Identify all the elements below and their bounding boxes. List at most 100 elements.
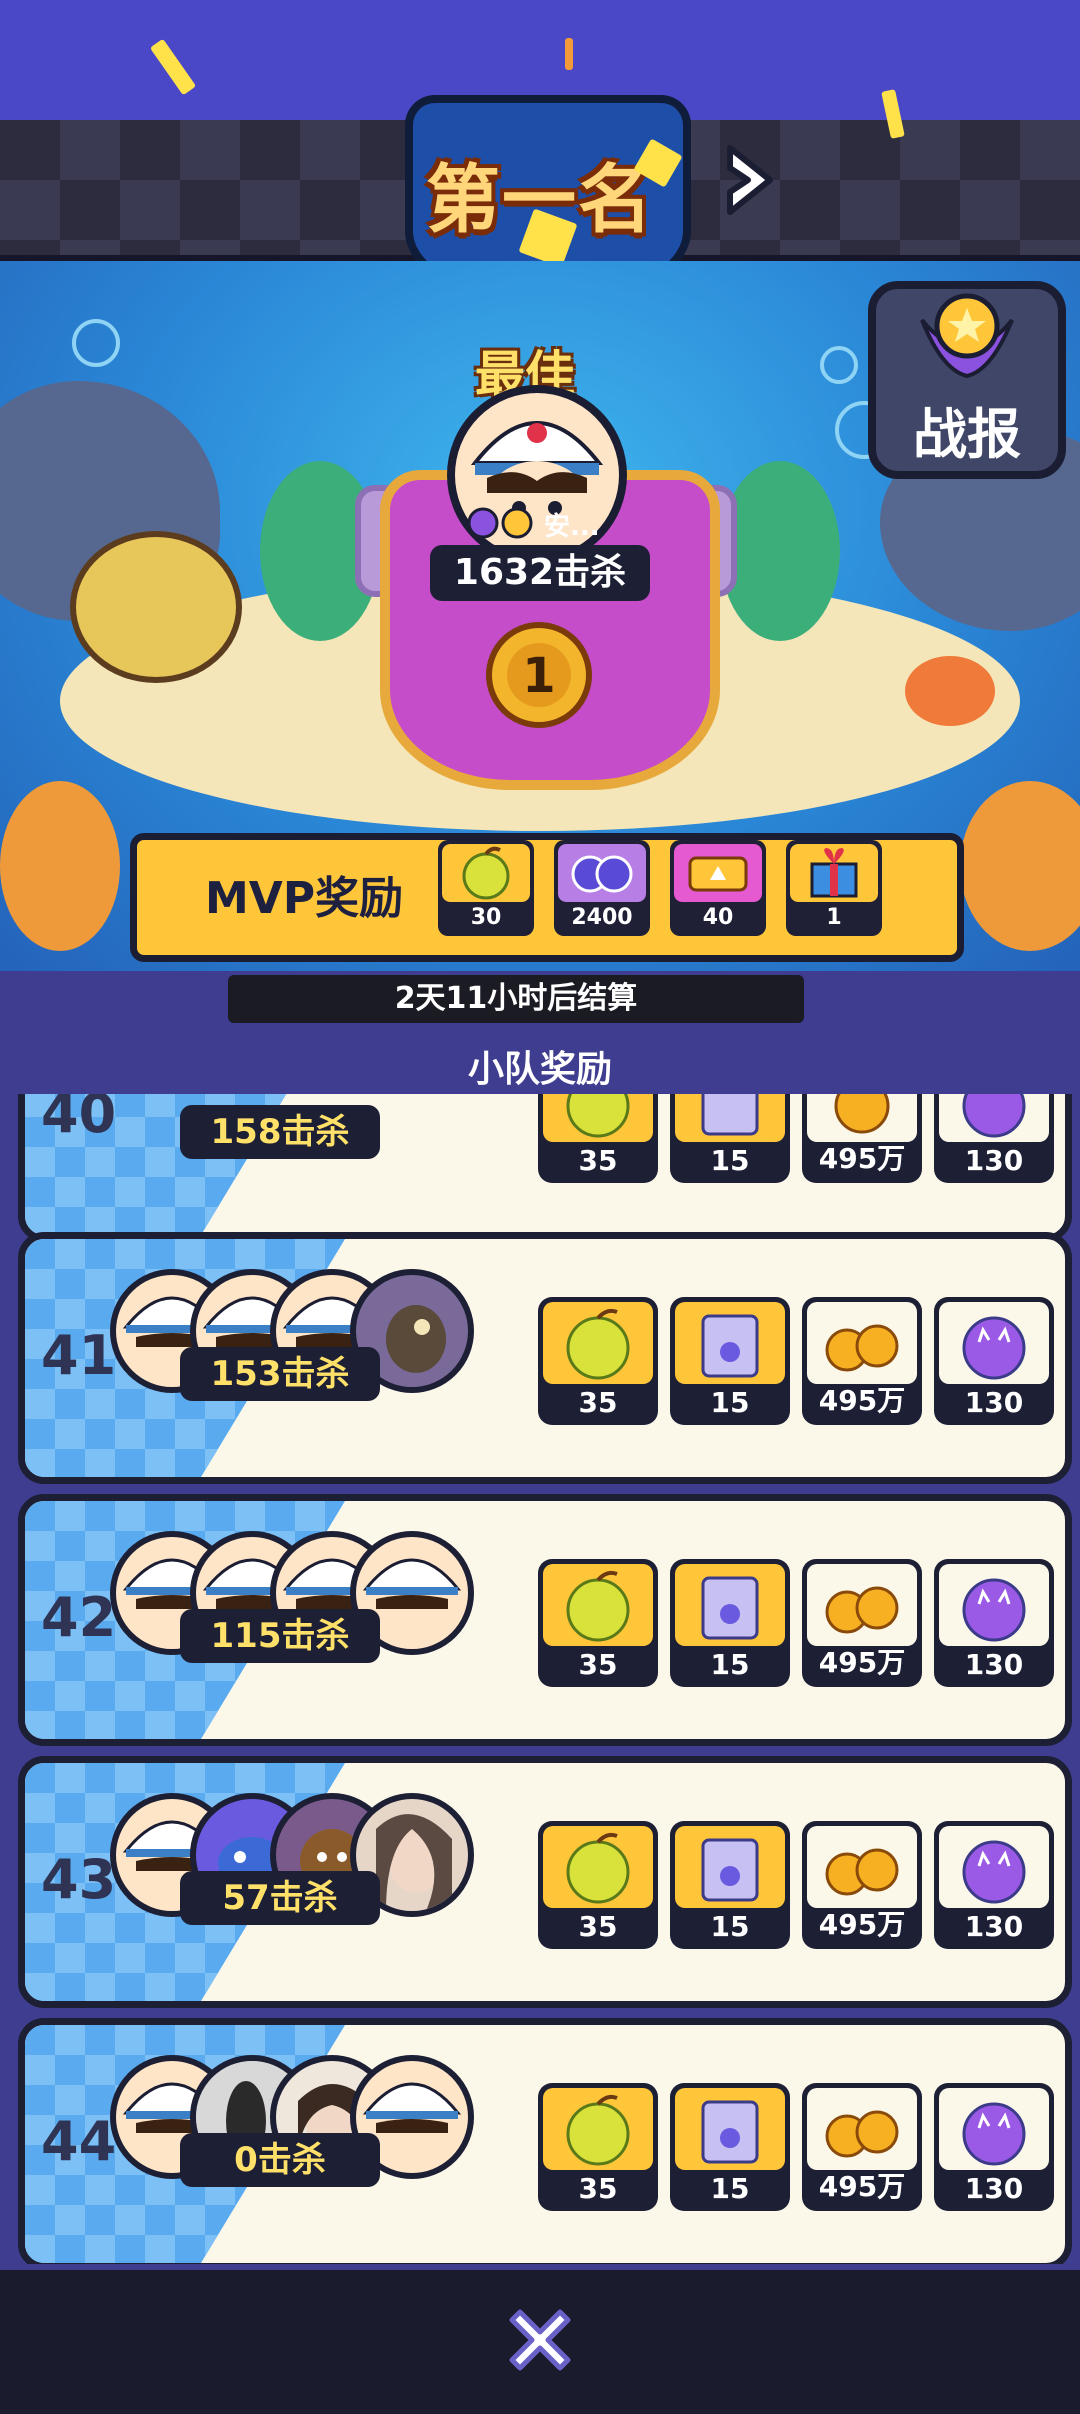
rank-number: 1: [522, 648, 555, 704]
gold-candy-icon: [807, 1094, 917, 1142]
mystery-box-icon: [675, 1302, 785, 1384]
next-arrow-icon[interactable]: [720, 140, 780, 220]
golden-fruit-icon: [543, 1826, 653, 1908]
reward-mystery-box[interactable]: 15: [670, 1559, 790, 1687]
gold-candy-icon: [807, 1826, 917, 1908]
reward-qty: 1: [826, 905, 842, 930]
gift-box-icon: [790, 844, 878, 902]
reward-fruit[interactable]: 35: [538, 1559, 658, 1687]
reward-qty: 40: [702, 905, 734, 930]
reward-qty: 30: [470, 905, 502, 930]
item-qty: 495万: [818, 2170, 906, 2203]
row-kill-count: 115击杀: [180, 1609, 380, 1663]
reward-gold-candy[interactable]: 495万: [802, 1297, 922, 1425]
star-medal-icon: [920, 293, 1014, 379]
item-qty: 495万: [818, 1908, 906, 1941]
confetti: [565, 38, 573, 70]
bubble: [72, 319, 120, 367]
golden-fruit-icon: [442, 844, 530, 902]
golden-fruit-icon: [543, 1564, 653, 1646]
item-qty: 35: [578, 1144, 618, 1177]
reward-gold-candy[interactable]: 495万: [802, 1559, 922, 1687]
item-qty: 495万: [818, 1142, 906, 1175]
rank-one-badge-icon: 1: [486, 622, 592, 728]
team-reward-title: 小队奖励: [467, 1049, 612, 1090]
row-rank: 41: [41, 1324, 117, 1387]
team-row: 40 158击杀 35 15 495万 130: [18, 1094, 1072, 1242]
item-qty: 130: [964, 1144, 1024, 1177]
item-qty: 35: [578, 1910, 618, 1943]
reward-gold-candy[interactable]: 495万: [802, 1094, 922, 1183]
team-row: 42 115击杀 35 15 495万 130: [18, 1494, 1072, 1746]
ticket-icon: [674, 844, 762, 902]
item-qty: 495万: [818, 1384, 906, 1417]
mystery-box-icon: [675, 1094, 785, 1142]
mvp-reward-ticket[interactable]: 40: [670, 840, 766, 936]
item-qty: 495万: [818, 1646, 906, 1679]
reward-qty: 2400: [571, 905, 633, 930]
mystery-box-icon: [675, 1826, 785, 1908]
gold-candy-icon: [807, 1302, 917, 1384]
team-reward-list[interactable]: 40 158击杀 35 15 495万 130 41 153击杀 35 15 4…: [0, 1094, 1080, 2264]
battle-report-label: 战报: [913, 403, 1021, 466]
reward-cat-capsule[interactable]: 130: [934, 2083, 1054, 2211]
item-qty: 35: [578, 2172, 618, 2205]
row-rank: 40: [41, 1094, 117, 1145]
purple-orbs-icon: [558, 844, 646, 902]
row-rank: 44: [41, 2110, 117, 2173]
starfish: [905, 656, 995, 726]
reward-cat-capsule[interactable]: 130: [934, 1821, 1054, 1949]
reward-fruit[interactable]: 35: [538, 1297, 658, 1425]
mvp-reward-fruit[interactable]: 30: [438, 840, 534, 936]
gold-candy-icon: [807, 1564, 917, 1646]
team-row: 43 57击杀 35 15 495万 130: [18, 1756, 1072, 2008]
cat-capsule-icon: [939, 1564, 1049, 1646]
golden-fruit-icon: [543, 1302, 653, 1384]
mvp-kill-count: 1632击杀: [430, 545, 650, 601]
team-row: 44 0击杀 35 15 495万 130: [18, 2018, 1072, 2264]
reward-fruit[interactable]: 35: [538, 1094, 658, 1183]
row-rank: 43: [41, 1848, 117, 1911]
mystery-box-icon: [675, 2088, 785, 2170]
item-qty: 130: [964, 1648, 1024, 1681]
golden-fruit-icon: [543, 2088, 653, 2170]
row-kill-count: 158击杀: [180, 1105, 380, 1159]
cat-capsule-icon: [939, 2088, 1049, 2170]
mvp-reward-orbs[interactable]: 2400: [554, 840, 650, 936]
settlement-countdown: 2天11小时后结算: [228, 975, 804, 1023]
mvp-reward-label: MVP奖励: [205, 873, 404, 924]
item-qty: 15: [710, 1910, 750, 1943]
reward-gold-candy[interactable]: 495万: [802, 2083, 922, 2211]
item-qty: 35: [578, 1386, 618, 1419]
reward-mystery-box[interactable]: 15: [670, 1297, 790, 1425]
reward-mystery-box[interactable]: 15: [670, 1821, 790, 1949]
row-rank: 42: [41, 1586, 117, 1649]
row-kill-count: 0击杀: [180, 2133, 380, 2187]
bubble: [820, 346, 858, 384]
reward-cat-capsule[interactable]: 130: [934, 1297, 1054, 1425]
reward-cat-capsule[interactable]: 130: [934, 1559, 1054, 1687]
item-qty: 130: [964, 1910, 1024, 1943]
row-kill-count: 57击杀: [180, 1871, 380, 1925]
reward-fruit[interactable]: 35: [538, 1821, 658, 1949]
item-qty: 130: [964, 1386, 1024, 1419]
reward-gold-candy[interactable]: 495万: [802, 1821, 922, 1949]
row-kill-count: 153击杀: [180, 1347, 380, 1401]
reward-mystery-box[interactable]: 15: [670, 1094, 790, 1183]
item-qty: 15: [710, 1386, 750, 1419]
reward-fruit[interactable]: 35: [538, 2083, 658, 2211]
reward-mystery-box[interactable]: 15: [670, 2083, 790, 2211]
team-row: 41 153击杀 35 15 495万 130: [18, 1232, 1072, 1484]
item-qty: 15: [710, 1648, 750, 1681]
mvp-reward-gift[interactable]: 1: [786, 840, 882, 936]
mvp-player-name: 安...: [544, 512, 600, 542]
item-qty: 35: [578, 1648, 618, 1681]
item-qty: 15: [710, 1144, 750, 1177]
close-icon[interactable]: [500, 2300, 580, 2380]
reward-cat-capsule[interactable]: 130: [934, 1094, 1054, 1183]
coral: [0, 781, 120, 951]
mystery-box-icon: [675, 1564, 785, 1646]
coral: [960, 781, 1080, 951]
item-qty: 130: [964, 2172, 1024, 2205]
golden-fruit-icon: [543, 1094, 653, 1142]
